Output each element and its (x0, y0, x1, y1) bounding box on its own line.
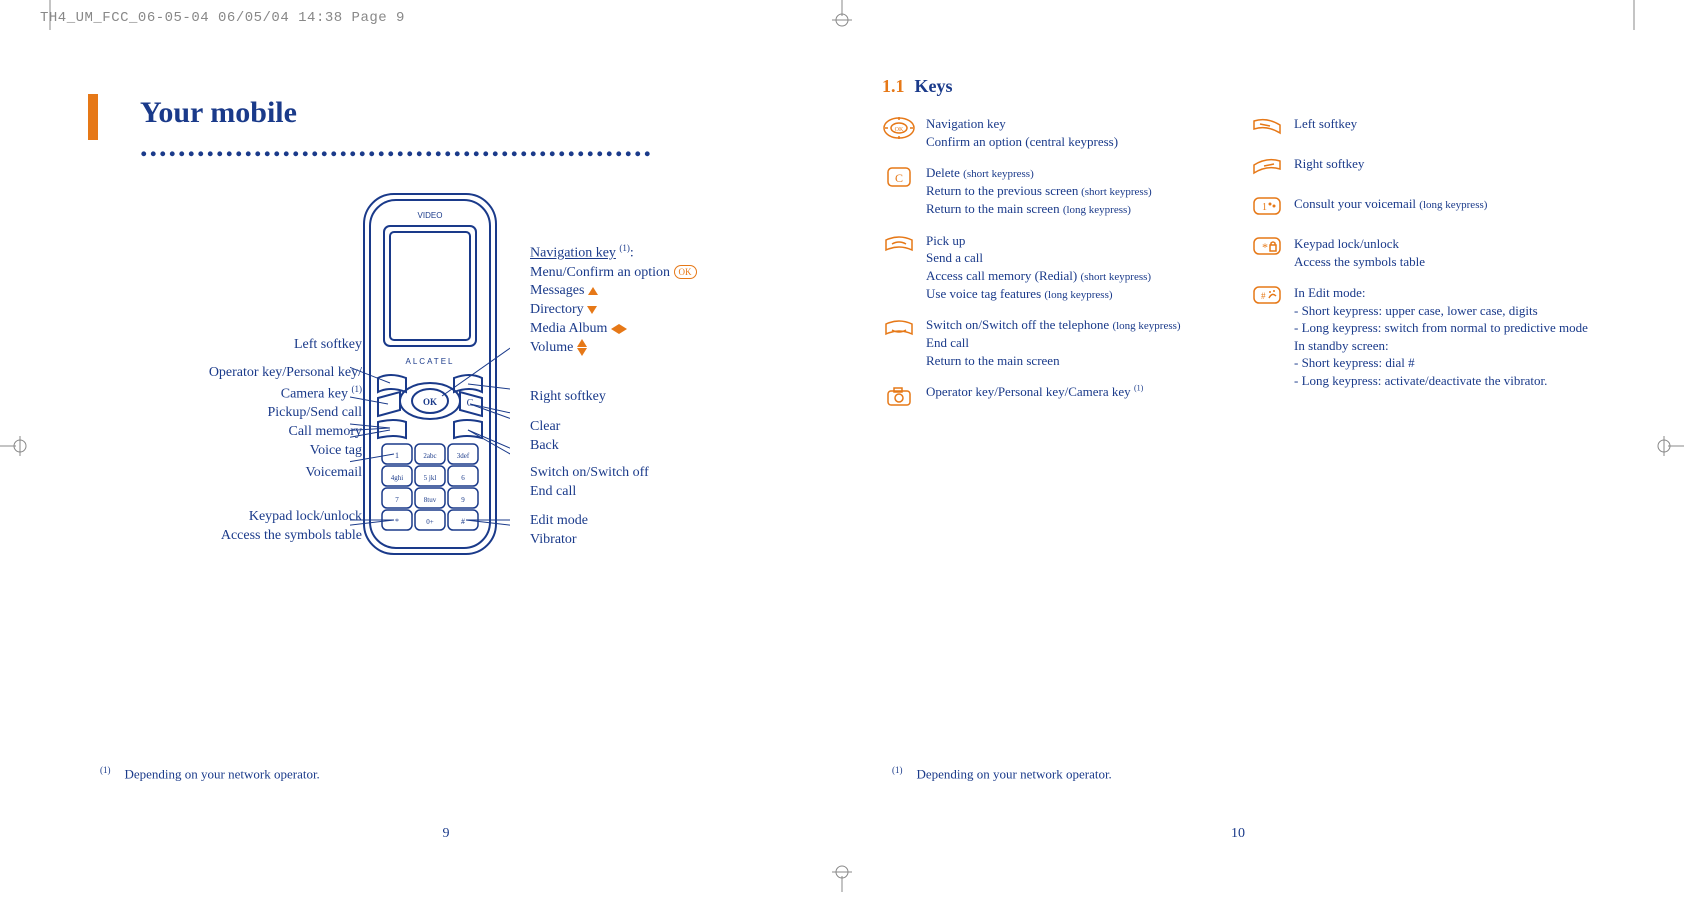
svg-text:#: # (461, 517, 465, 526)
callout-voicemail: Voicemail (162, 464, 362, 483)
key-right-softkey: Right softkey (1250, 155, 1594, 181)
svg-text:7: 7 (395, 496, 399, 504)
chapter-title-dots: ........................................… (140, 130, 653, 164)
page-right: 1.1 Keys OK Navigation key Confirm an opt… (842, 36, 1634, 862)
footnote-left: (1)Depending on your network operator. (100, 765, 320, 782)
svg-text:4ghi: 4ghi (391, 474, 404, 482)
c-key-icon: C (882, 164, 916, 190)
svg-text:6: 6 (461, 474, 465, 482)
crop-mark-bottom (822, 864, 862, 892)
svg-text:OK: OK (895, 127, 904, 133)
svg-text:3def: 3def (457, 452, 470, 460)
svg-text:*: * (395, 517, 399, 526)
chapter-title: Your mobile ............................… (140, 96, 802, 164)
phone-illustration: VIDEO ALCATEL OK C (350, 186, 510, 566)
call-key-icon (882, 232, 916, 258)
page-left: Your mobile ............................… (50, 36, 842, 862)
end-key-icon (882, 316, 916, 342)
callout-pickup: Pickup/Send call Call memory Voice tag (162, 404, 362, 461)
svg-text:1: 1 (1262, 202, 1267, 213)
svg-text:OK: OK (423, 397, 437, 407)
navigation-key-icon: OK (882, 115, 916, 141)
callout-keypad-lock: Keypad lock/unlock Access the symbols ta… (142, 508, 362, 546)
svg-text:*: * (1262, 240, 1268, 254)
chapter-title-text: Your mobile (140, 96, 297, 129)
triangle-up-icon (577, 339, 587, 347)
crop-mark-right (1656, 426, 1684, 466)
callout-editmode-vibrator: Edit mode Vibrator (530, 512, 588, 550)
keys-column-2: Left softkey Right softkey 1 Consult you… (1250, 115, 1594, 409)
triangle-up-icon (588, 287, 598, 295)
phone-diagram: Left softkey Operator key/Personal key/ … (90, 186, 802, 586)
triangle-left-icon (611, 324, 619, 334)
callout-left-softkey: Left softkey (182, 336, 362, 355)
key-switch: Switch on/Switch off the telephone (long… (882, 316, 1226, 369)
svg-text:5 jkl: 5 jkl (424, 474, 437, 482)
left-softkey-icon (1250, 115, 1284, 141)
section-number: 1.1 (882, 76, 905, 96)
crop-mark-top (822, 0, 862, 28)
section-heading: 1.1 Keys (882, 76, 1594, 97)
svg-text:#: # (1261, 291, 1266, 301)
key-operator: Operator key/Personal key/Camera key (1) (882, 383, 1226, 409)
key-navigation: OK Navigation key Confirm an option (cen… (882, 115, 1226, 150)
triangle-down-icon (577, 348, 587, 356)
key-edit-mode: # In Edit mode: - Short keypress: upper … (1250, 284, 1594, 389)
page-number-left: 9 (443, 826, 450, 842)
key-voicemail: 1 Consult your voicemail (long keypress) (1250, 195, 1594, 221)
print-header: TH4_UM_FCC_06-05-04 06/05/04 14:38 Page … (40, 10, 405, 26)
svg-text:8tuv: 8tuv (424, 496, 437, 504)
footnote-right: (1)Depending on your network operator. (892, 765, 1112, 782)
svg-text:VIDEO: VIDEO (418, 211, 443, 220)
svg-text:2abc: 2abc (423, 452, 436, 460)
triangle-down-icon (587, 306, 597, 314)
svg-text:0+: 0+ (426, 518, 434, 526)
key-keypad-lock: * Keypad lock/unlock Access the symbols … (1250, 235, 1594, 270)
svg-text:9: 9 (461, 496, 465, 504)
callout-right-softkey: Right softkey (530, 388, 606, 407)
svg-text:C: C (895, 171, 903, 185)
key-left-softkey: Left softkey (1250, 115, 1594, 141)
chapter-accent-bar (88, 94, 98, 140)
star-key-icon: * (1250, 235, 1284, 261)
callout-operator-key: Operator key/Personal key/ Camera key (1… (142, 364, 362, 404)
svg-text:ALCATEL: ALCATEL (406, 357, 455, 366)
crop-corner-tr (1624, 0, 1644, 30)
svg-text:C: C (467, 398, 474, 409)
callout-navigation-key: Navigation key (1): Menu/Confirm an opti… (530, 242, 770, 358)
hash-key-icon: # (1250, 284, 1284, 310)
triangle-right-icon (619, 324, 627, 334)
svg-text:1: 1 (395, 451, 399, 460)
key-pickup: Pick up Send a call Access call memory (… (882, 232, 1226, 303)
key-delete: C Delete (short keypress) Return to the … (882, 164, 1226, 218)
page-number-right: 10 (1231, 826, 1245, 842)
camera-key-icon (882, 383, 916, 409)
ok-icon: OK (674, 265, 697, 279)
callout-clear-back: Clear Back (530, 418, 560, 456)
callout-switch-endcall: Switch on/Switch off End call (530, 464, 649, 502)
one-key-icon: 1 (1250, 195, 1284, 221)
crop-mark-left (0, 426, 28, 466)
right-softkey-icon (1250, 155, 1284, 181)
keys-column-1: OK Navigation key Confirm an option (cen… (882, 115, 1226, 409)
section-title: Keys (915, 76, 953, 96)
